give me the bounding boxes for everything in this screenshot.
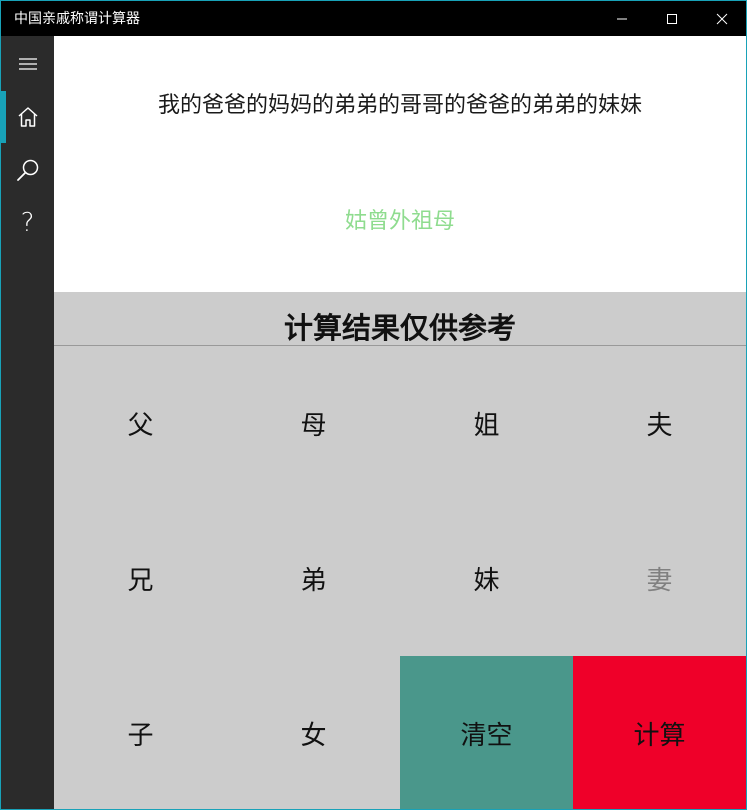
calculate-button[interactable]: 计算	[573, 656, 746, 809]
key-son[interactable]: 子	[54, 656, 227, 809]
key-younger-brother[interactable]: 弟	[227, 501, 400, 656]
nav-help-button[interactable]: ?	[1, 197, 54, 249]
hamburger-menu-button[interactable]	[1, 38, 54, 90]
minimize-button[interactable]	[597, 1, 647, 36]
disclaimer-heading: 计算结果仅供参考	[54, 292, 746, 346]
search-icon	[16, 159, 38, 181]
window-title: 中国亲戚称谓计算器	[14, 11, 140, 27]
nav-home-button[interactable]	[1, 91, 54, 143]
maximize-button[interactable]	[647, 1, 697, 36]
key-elder-brother[interactable]: 兄	[54, 501, 227, 656]
relation-result: 姑曾外祖母	[344, 209, 455, 234]
hamburger-menu-icon	[18, 58, 37, 70]
home-icon	[18, 107, 37, 127]
relation-keypad: 父 母 姐 夫 兄 弟 妹 妻 子 女 清空 计算	[54, 346, 746, 809]
key-elder-sister[interactable]: 姐	[400, 346, 573, 501]
key-wife[interactable]: 妻	[573, 501, 746, 656]
key-mother[interactable]: 母	[227, 346, 400, 501]
maximize-icon	[667, 13, 677, 24]
display-panel: 我的爸爸的妈妈的弟弟的哥哥的爸爸的弟弟的妹妹 姑曾外祖母	[54, 36, 746, 292]
help-icon: ?	[20, 208, 35, 238]
key-younger-sister[interactable]: 妹	[400, 501, 573, 656]
relation-expression: 我的爸爸的妈妈的弟弟的哥哥的爸爸的弟弟的妹妹	[157, 93, 642, 118]
key-father[interactable]: 父	[54, 346, 227, 501]
close-button[interactable]	[697, 1, 746, 36]
app-window: 中国亲戚称谓计算器 ? 我的爸爸的妈妈的弟弟的哥哥的爸爸的弟弟的妹妹 姑曾外祖母…	[0, 0, 747, 810]
key-husband[interactable]: 夫	[573, 346, 746, 501]
close-icon	[716, 13, 728, 24]
key-daughter[interactable]: 女	[227, 656, 400, 809]
main-content: 我的爸爸的妈妈的弟弟的哥哥的爸爸的弟弟的妹妹 姑曾外祖母 计算结果仅供参考 父 …	[54, 36, 746, 809]
minimize-icon	[617, 18, 627, 19]
clear-button[interactable]: 清空	[400, 656, 573, 809]
navigation-sidebar: ?	[1, 36, 54, 809]
nav-search-button[interactable]	[1, 144, 54, 196]
title-bar: 中国亲戚称谓计算器	[1, 1, 746, 36]
